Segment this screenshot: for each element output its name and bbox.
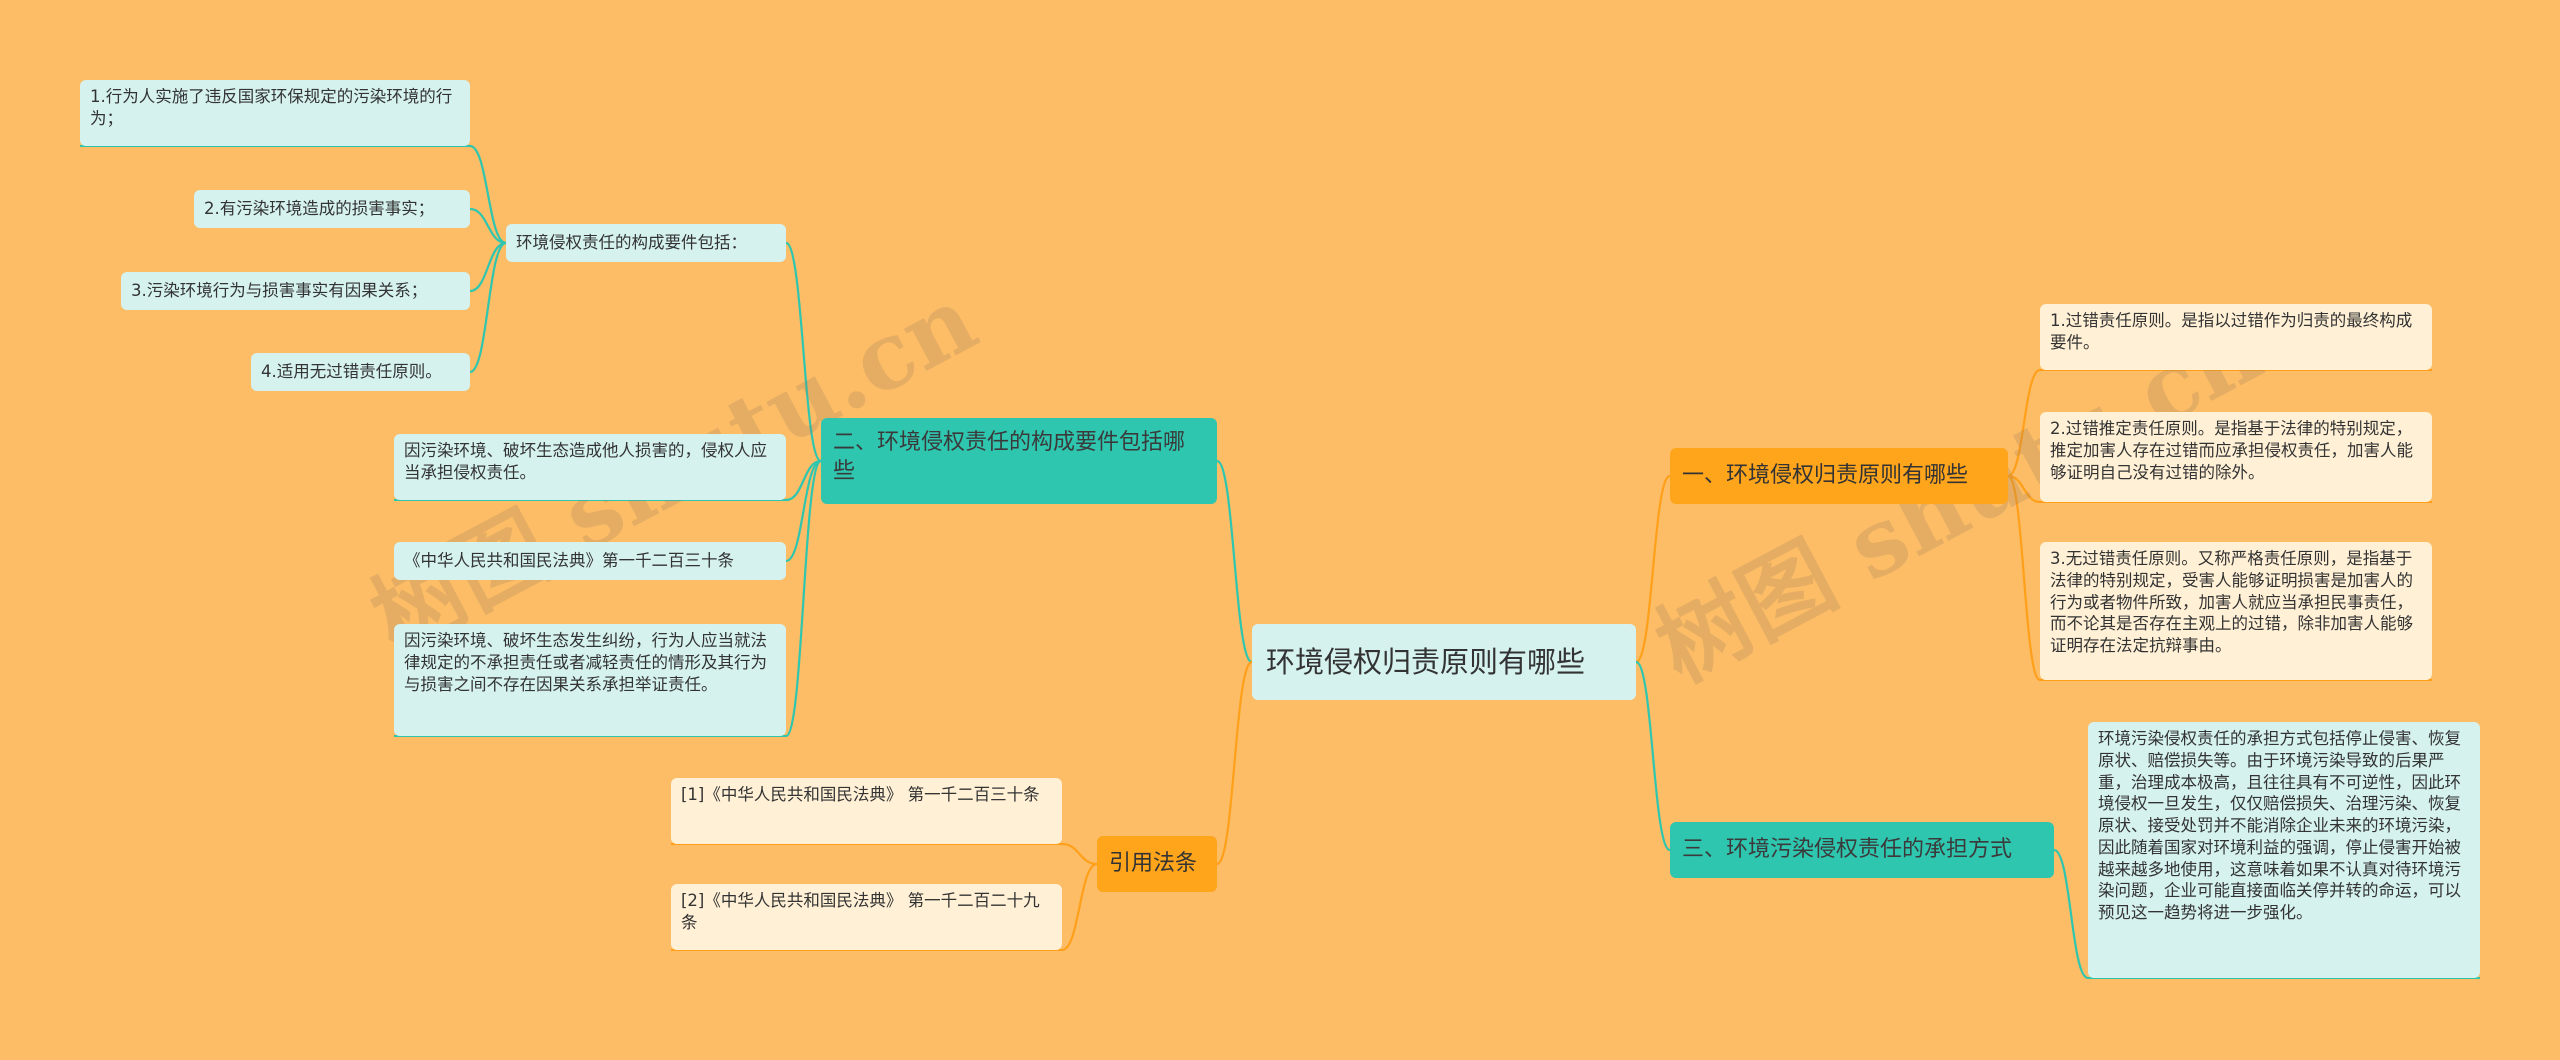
list-item[interactable]: 1.行为人实施了违反国家环保规定的污染环境的行为； xyxy=(80,80,470,146)
list-item[interactable]: 3.污染环境行为与损害事实有因果关系； xyxy=(121,272,470,310)
citation-item-label: [2]《中华人民共和国民法典》 第一千二百二十九条 xyxy=(681,891,1040,932)
connector-line xyxy=(785,459,822,502)
note-item[interactable]: 《中华人民共和国民法典》第一千二百三十条 xyxy=(394,542,786,580)
principle-item-label: 1.过错责任原则。是指以过错作为归责的最终构成要件。 xyxy=(2050,311,2413,352)
elements-subtopic-label: 环境侵权责任的构成要件包括： xyxy=(516,233,747,253)
branch-citations-label: 引用法条 xyxy=(1109,851,1198,877)
citation-item[interactable]: [2]《中华人民共和国民法典》 第一千二百二十九条 xyxy=(671,884,1062,950)
principle-item[interactable]: 1.过错责任原则。是指以过错作为归责的最终构成要件。 xyxy=(2040,304,2432,370)
branch-principles[interactable]: 一、环境侵权归责原则有哪些 xyxy=(1670,448,2008,504)
connector-line xyxy=(1635,474,1671,664)
connector-line xyxy=(784,459,823,738)
elements-subtopic[interactable]: 环境侵权责任的构成要件包括： xyxy=(506,224,786,262)
note-item[interactable]: 因污染环境、破坏生态发生纠纷，行为人应当就法律规定的不承担责任或者减轻责任的情形… xyxy=(394,624,786,736)
principle-item-label: 3.无过错责任原则。又称严格责任原则，是指基于法律的特别规定，受害人能够证明损害… xyxy=(2050,549,2413,656)
branch-elements-label: 二、环境侵权责任的构成要件包括哪些 xyxy=(833,430,1186,485)
list-item-label: 4.适用无过错责任原则。 xyxy=(261,362,442,382)
mind-map: 树图 shutu.cn 树图 shutu.cn 环境侵权归责原则有哪些 二、环境… xyxy=(0,0,2560,1060)
principle-item-label: 2.过错推定责任原则。是指基于法律的特别规定，推定加害人存在过错而应承担侵权责任… xyxy=(2050,419,2413,482)
connector-line xyxy=(469,241,507,374)
list-item[interactable]: 4.适用无过错责任原则。 xyxy=(251,353,470,391)
connector-line xyxy=(469,241,507,293)
branch-liability[interactable]: 三、环境污染侵权责任的承担方式 xyxy=(1670,822,2054,878)
branch-principles-label: 一、环境侵权归责原则有哪些 xyxy=(1682,463,1969,489)
connector-line xyxy=(1635,660,1671,852)
root-topic-label: 环境侵权归责原则有哪些 xyxy=(1266,644,1586,679)
connector-line xyxy=(2053,848,2089,980)
list-item-label: 3.污染环境行为与损害事实有因果关系； xyxy=(131,281,428,301)
connector-line xyxy=(2006,474,2042,682)
note-item-label: 《中华人民共和国民法典》第一千二百三十条 xyxy=(404,551,734,571)
branch-elements[interactable]: 二、环境侵权责任的构成要件包括哪些 xyxy=(821,418,1217,504)
liability-item-label: 环境污染侵权责任的承担方式包括停止侵害、恢复原状、赔偿损失等。由于环境污染导致的… xyxy=(2098,729,2461,923)
connector-line xyxy=(1061,862,1098,952)
connector-line xyxy=(469,207,507,245)
citation-item-label: [1]《中华人民共和国民法典》 第一千二百三十条 xyxy=(681,785,1040,804)
connector-line xyxy=(1216,459,1253,664)
principle-item[interactable]: 3.无过错责任原则。又称严格责任原则，是指基于法律的特别规定，受害人能够证明损害… xyxy=(2040,542,2432,680)
connector-line xyxy=(784,241,823,463)
note-item-label: 因污染环境、破坏生态造成他人损害的，侵权人应当承担侵权责任。 xyxy=(404,441,767,482)
connector-line xyxy=(2007,368,2041,478)
branch-citations[interactable]: 引用法条 xyxy=(1097,836,1217,892)
note-item[interactable]: 因污染环境、破坏生态造成他人损害的，侵权人应当承担侵权责任。 xyxy=(394,434,786,500)
liability-item[interactable]: 环境污染侵权责任的承担方式包括停止侵害、恢复原状、赔偿损失等。由于环境污染导致的… xyxy=(2088,722,2480,978)
principle-item[interactable]: 2.过错推定责任原则。是指基于法律的特别规定，推定加害人存在过错而应承担侵权责任… xyxy=(2040,412,2432,502)
list-item-label: 2.有污染环境造成的损害事实； xyxy=(204,199,435,219)
connector-line xyxy=(1061,842,1098,866)
list-item[interactable]: 2.有污染环境造成的损害事实； xyxy=(194,190,470,228)
connector-line xyxy=(2007,474,2041,504)
connector-line xyxy=(785,459,822,563)
citation-item[interactable]: [1]《中华人民共和国民法典》 第一千二百三十条 xyxy=(671,778,1062,844)
connector-line xyxy=(469,144,507,245)
note-item-label: 因污染环境、破坏生态发生纠纷，行为人应当就法律规定的不承担责任或者减轻责任的情形… xyxy=(404,631,767,694)
root-topic[interactable]: 环境侵权归责原则有哪些 xyxy=(1252,624,1636,700)
branch-liability-label: 三、环境污染侵权责任的承担方式 xyxy=(1682,837,2013,863)
connector-line xyxy=(1216,660,1253,866)
list-item-label: 1.行为人实施了违反国家环保规定的污染环境的行为； xyxy=(90,87,453,128)
